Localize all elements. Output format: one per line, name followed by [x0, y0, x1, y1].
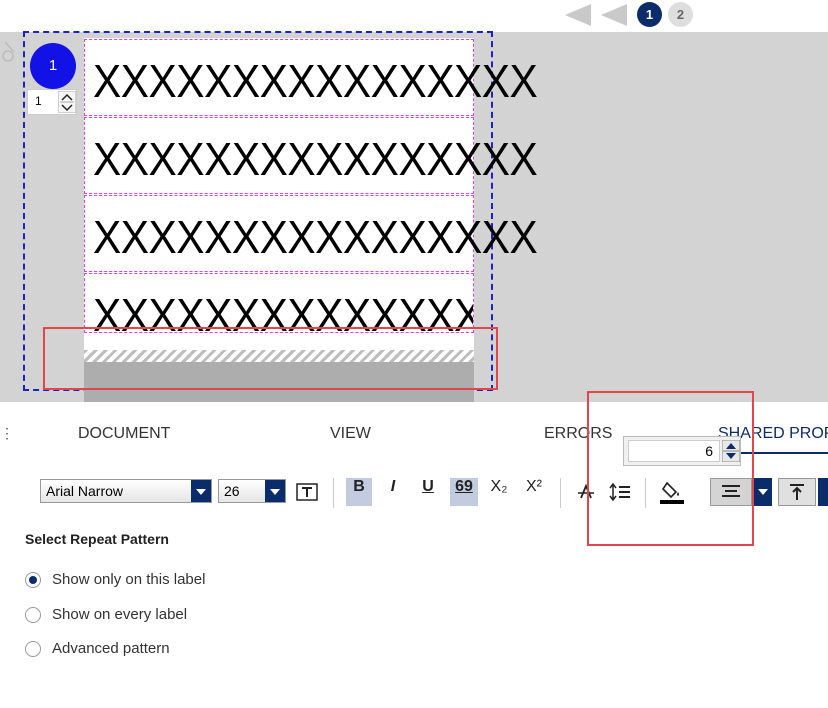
back-arrow-icon[interactable]	[565, 4, 591, 26]
forward-arrow-icon[interactable]	[601, 4, 627, 26]
scissors-icon[interactable]	[0, 34, 20, 74]
panel-grip-icon[interactable]: ⋮	[0, 425, 14, 442]
bold-button[interactable]: B	[346, 478, 372, 506]
underline-button[interactable]: U	[415, 478, 441, 506]
font-size-select[interactable]: 26	[218, 479, 286, 503]
align-top-icon[interactable]	[778, 478, 816, 506]
highlight-box-spin	[587, 391, 754, 546]
italic-button[interactable]: I	[380, 478, 406, 506]
toolbar-separator	[560, 478, 561, 508]
label-text-row[interactable]: XXXXXXXXXXXXXXXX	[84, 273, 474, 333]
tab-view[interactable]: VIEW	[330, 425, 371, 443]
toolbar-separator	[333, 478, 334, 508]
label-copies-value: 1	[35, 94, 42, 108]
radio-advanced-pattern[interactable]	[25, 641, 41, 657]
valign-dropdown-button[interactable]	[818, 478, 828, 506]
font-family-select[interactable]: Arial Narrow	[40, 479, 212, 503]
radio-label-show-only-this-label[interactable]: Show only on this label	[52, 571, 205, 588]
radio-label-show-every-label[interactable]: Show on every label	[52, 606, 187, 623]
digit-format-button[interactable]: 69	[450, 478, 478, 506]
radio-show-every-label[interactable]	[25, 607, 41, 623]
align-dropdown-button[interactable]	[754, 478, 772, 506]
label-copies-spinner[interactable]	[57, 90, 77, 114]
label-text-row[interactable]: XXXXXXXXXXXXXXXX	[84, 195, 538, 272]
font-family-value: Arial Narrow	[46, 483, 124, 499]
label-text-row[interactable]: XXXXXXXXXXXXXXXX	[84, 117, 538, 194]
tab-document[interactable]: DOCUMENT	[78, 425, 170, 443]
radio-show-only-this-label[interactable]	[25, 572, 41, 588]
label-number-badge: 1	[30, 43, 76, 89]
label-row-text: XXXXXXXXXXXXXXXX	[93, 55, 538, 107]
page-2-button[interactable]: 2	[668, 2, 693, 27]
label-row-text: XXXXXXXXXXXXXXXX	[93, 211, 538, 263]
label-text-row[interactable]: XXXXXXXXXXXXXXXX	[84, 39, 538, 116]
chevron-down-icon[interactable]	[191, 480, 211, 502]
pager-bar: 1 2	[0, 0, 828, 32]
subscript-button[interactable]: X₂	[486, 478, 512, 506]
label-row-text: XXXXXXXXXXXXXXXX	[93, 133, 538, 185]
text-fit-icon[interactable]	[294, 478, 320, 506]
superscript-button[interactable]: X²	[521, 478, 547, 506]
chevron-down-icon[interactable]	[265, 480, 285, 502]
repeat-pattern-heading: Select Repeat Pattern	[25, 531, 169, 547]
font-size-value: 26	[224, 483, 240, 499]
page-1-button[interactable]: 1	[637, 2, 662, 27]
highlight-box-divider	[43, 327, 498, 390]
radio-label-advanced-pattern[interactable]: Advanced pattern	[52, 640, 170, 657]
